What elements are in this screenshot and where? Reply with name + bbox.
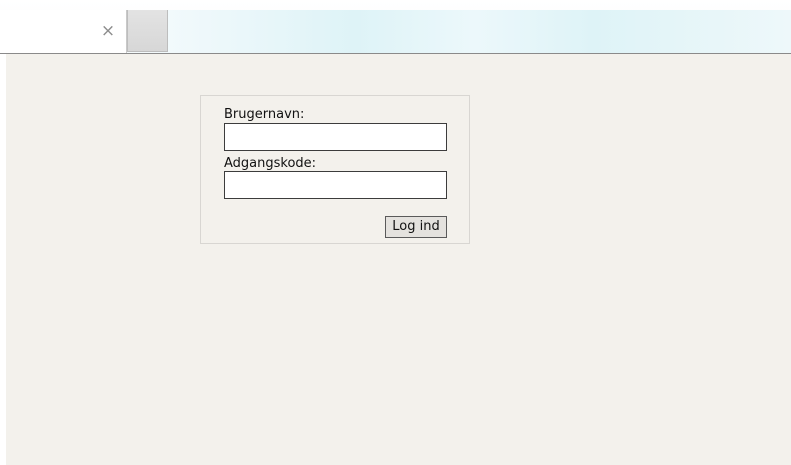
new-tab-button[interactable] <box>127 10 168 52</box>
browser-window: × Brugernavn: Adgangskode: Log ind <box>0 0 791 465</box>
login-form: Brugernavn: Adgangskode: Log ind <box>200 95 470 244</box>
username-input[interactable] <box>224 123 447 151</box>
username-label: Brugernavn: <box>224 107 305 122</box>
password-input[interactable] <box>224 171 447 199</box>
tab-strip: × <box>0 0 791 54</box>
browser-tab[interactable]: × <box>0 10 127 53</box>
password-label: Adgangskode: <box>224 156 317 171</box>
login-button[interactable]: Log ind <box>385 216 447 238</box>
page-content: Brugernavn: Adgangskode: Log ind <box>6 54 791 465</box>
close-icon[interactable]: × <box>100 22 116 40</box>
